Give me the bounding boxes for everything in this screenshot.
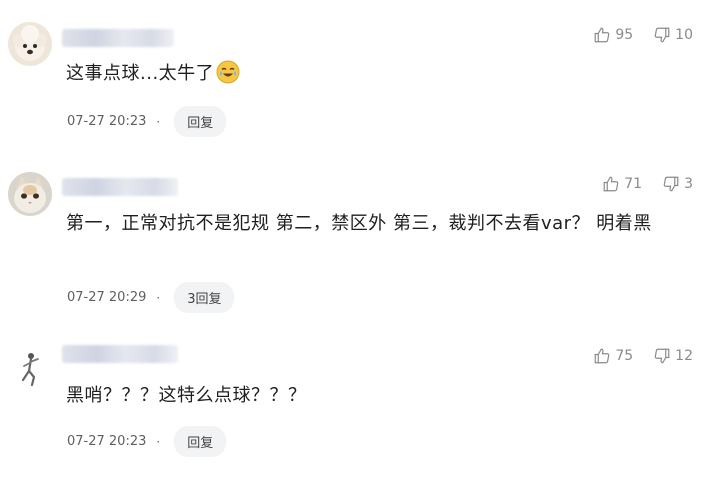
dislike-button[interactable]: 3 [662,175,693,193]
comment-timestamp: 07-27 20:23 [67,434,147,449]
comment-text-wrap: 黑哨？？？这特么点球？？？ [66,381,694,411]
username-blurred[interactable] [62,345,178,363]
like-button[interactable]: 75 [593,347,633,365]
figure-avatar-icon [8,347,52,391]
comment-text: 第一，正常对抗不是犯规 第二，禁区外 第三，裁判不去看var？ 明着黑 [66,213,652,234]
comment-text: 这事点球...太牛了 [66,63,215,84]
comment-meta: 07-27 20:23 · 回复 [67,106,227,137]
like-button[interactable]: 95 [593,26,633,44]
user-avatar[interactable] [8,347,52,391]
dislike-button[interactable]: 10 [653,26,693,44]
username-blurred[interactable] [62,178,178,196]
comment-actions: 95 10 [593,26,693,44]
comment-text: 黑哨？？？这特么点球？？？ [66,385,307,406]
like-count: 71 [624,176,643,192]
comment-text-wrap: 第一，正常对抗不是犯规 第二，禁区外 第三，裁判不去看var？ 明着黑 [66,209,694,239]
thumbs-up-icon [594,27,610,43]
thumbs-down-icon [663,176,679,192]
user-avatar[interactable] [8,22,52,66]
like-count: 95 [615,27,634,43]
comment-timestamp: 07-27 20:29 [67,290,147,305]
poodle-avatar-icon [8,22,52,66]
reply-button[interactable]: 3回复 [174,282,235,313]
comment-timestamp: 07-27 20:23 [67,114,147,129]
comment-meta: 07-27 20:29 · 3回复 [67,282,235,313]
dislike-count: 10 [675,27,693,43]
reply-button[interactable]: 回复 [174,426,227,457]
like-count: 75 [615,348,634,364]
thumbs-down-icon [654,27,670,43]
user-avatar[interactable] [8,172,52,216]
username-blurred[interactable] [62,29,174,47]
dislike-count: 3 [684,176,693,192]
comment-actions: 75 12 [593,347,693,365]
like-button[interactable]: 71 [602,175,642,193]
crying-laughing-emoji-icon [216,60,240,84]
separator-dot: · [156,114,161,129]
comment-actions: 71 3 [602,175,693,193]
thumbs-up-icon [603,176,619,192]
separator-dot: · [156,290,161,305]
reply-button[interactable]: 回复 [174,106,227,137]
thumbs-down-icon [654,348,670,364]
dislike-count: 12 [675,348,693,364]
comment-meta: 07-27 20:23 · 回复 [67,426,227,457]
cat-avatar-icon [8,172,52,216]
thumbs-up-icon [594,348,610,364]
dislike-button[interactable]: 12 [653,347,693,365]
separator-dot: · [156,434,161,449]
comment-text-wrap: 这事点球...太牛了 [66,59,694,89]
